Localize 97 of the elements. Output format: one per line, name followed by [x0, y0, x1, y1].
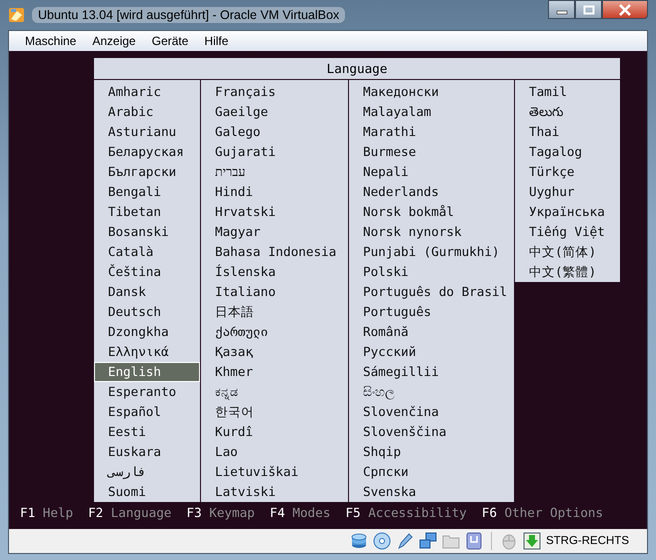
language-option[interactable]: עברית	[201, 162, 348, 182]
function-key-hint: F3 Keymap	[186, 505, 255, 520]
language-option[interactable]: Galego	[201, 122, 348, 142]
language-option[interactable]: ಕನ್ನಡ	[201, 382, 348, 402]
language-option[interactable]: Српски	[349, 462, 514, 482]
language-option[interactable]: Polski	[349, 262, 514, 282]
language-option[interactable]: Malayalam	[349, 102, 514, 122]
language-option[interactable]: Română	[349, 322, 514, 342]
close-button[interactable]	[602, 0, 648, 19]
host-key-label: STRG-RECHTS	[546, 535, 629, 547]
language-option[interactable]: 日本語	[201, 302, 348, 322]
language-option[interactable]: Dzongkha	[94, 322, 200, 342]
language-option[interactable]: 中文(繁體)	[515, 262, 620, 282]
close-icon	[618, 4, 632, 16]
menu-item[interactable]: Geräte	[144, 34, 196, 48]
language-option[interactable]: Norsk bokmål	[349, 202, 514, 222]
hard-disk-icon[interactable]	[350, 532, 368, 550]
language-option[interactable]: Català	[94, 242, 200, 262]
language-option[interactable]: Thai	[515, 122, 620, 142]
network-icon[interactable]	[418, 532, 437, 550]
language-option[interactable]: Русский	[349, 342, 514, 362]
language-option[interactable]: Bengali	[94, 182, 200, 202]
language-option[interactable]: Svenska	[349, 482, 514, 502]
menu-item[interactable]: Hilfe	[196, 34, 236, 48]
language-option[interactable]: Khmer	[201, 362, 348, 382]
maximize-icon	[582, 4, 594, 14]
language-option[interactable]: Ελληνικά	[94, 342, 200, 362]
language-option[interactable]: Tagalog	[515, 142, 620, 162]
function-key-hint: F4 Modes	[270, 505, 330, 520]
language-option[interactable]: ქართული	[201, 322, 348, 342]
language-option[interactable]: Italiano	[201, 282, 348, 302]
language-option[interactable]: English	[94, 362, 200, 382]
language-option[interactable]: Беларуская	[94, 142, 200, 162]
language-option[interactable]: Magyar	[201, 222, 348, 242]
language-option[interactable]: Arabic	[94, 102, 200, 122]
language-option[interactable]: Tibetan	[94, 202, 200, 222]
language-option[interactable]: Português	[349, 302, 514, 322]
minimize-button[interactable]	[548, 0, 575, 19]
function-key-hint: F2 Language	[88, 505, 172, 520]
language-option[interactable]: Tamil	[515, 82, 620, 102]
function-key-hint: F5 Accessibility	[345, 505, 467, 520]
function-key-hint: F6 Other Options	[482, 505, 604, 520]
language-option[interactable]: Slovenčina	[349, 402, 514, 422]
language-option[interactable]: Euskara	[94, 442, 200, 462]
language-option[interactable]: Lao	[201, 442, 348, 462]
language-option[interactable]: Latviski	[201, 482, 348, 502]
arrow-down-icon[interactable]	[522, 532, 541, 550]
language-option[interactable]: Português do Brasil	[349, 282, 514, 302]
language-option[interactable]: Asturianu	[94, 122, 200, 142]
function-key-hint: F1 Help	[20, 505, 74, 520]
language-option[interactable]: Shqip	[349, 442, 514, 462]
language-option[interactable]: සිංහල	[349, 382, 514, 402]
language-option[interactable]: Čeština	[94, 262, 200, 282]
language-option[interactable]: فارسی	[94, 462, 200, 482]
language-option[interactable]: Eesti	[94, 422, 200, 442]
pen-icon[interactable]	[396, 532, 414, 550]
language-option[interactable]: Қазақ	[201, 342, 348, 362]
language-option[interactable]: Hrvatski	[201, 202, 348, 222]
language-option[interactable]: 한국어	[201, 402, 348, 422]
language-option[interactable]: Deutsch	[94, 302, 200, 322]
language-option[interactable]: Bahasa Indonesia	[201, 242, 348, 262]
language-option[interactable]: Hindi	[201, 182, 348, 202]
language-option[interactable]: Українська	[515, 202, 620, 222]
language-option[interactable]: Suomi	[94, 482, 200, 502]
language-option[interactable]: Türkçe	[515, 162, 620, 182]
language-option[interactable]: Íslenska	[201, 262, 348, 282]
language-option[interactable]: Sámegillii	[349, 362, 514, 382]
language-option[interactable]: 中文(简体)	[515, 242, 620, 262]
language-option[interactable]: Gujarati	[201, 142, 348, 162]
language-option[interactable]: Français	[201, 82, 348, 102]
language-option[interactable]: Amharic	[94, 82, 200, 102]
language-option[interactable]: Kurdî	[201, 422, 348, 442]
language-option[interactable]: Tiếng Việt	[515, 222, 620, 242]
maximize-button[interactable]	[575, 0, 602, 19]
language-option[interactable]: Nepali	[349, 162, 514, 182]
menu-item[interactable]: Anzeige	[84, 34, 144, 48]
language-option[interactable]: Македонски	[349, 82, 514, 102]
language-option[interactable]: Uyghur	[515, 182, 620, 202]
language-option[interactable]: Norsk nynorsk	[349, 222, 514, 242]
language-option[interactable]: Marathi	[349, 122, 514, 142]
language-option[interactable]: Gaeilge	[201, 102, 348, 122]
language-option[interactable]: తెలుగు	[515, 102, 620, 122]
display-icon[interactable]	[464, 532, 483, 550]
language-option[interactable]: Burmese	[349, 142, 514, 162]
language-option[interactable]: Punjabi (Gurmukhi)	[349, 242, 514, 262]
language-option[interactable]: Slovenščina	[349, 422, 514, 442]
language-option[interactable]: Nederlands	[349, 182, 514, 202]
language-option[interactable]: Български	[94, 162, 200, 182]
language-option[interactable]: Esperanto	[94, 382, 200, 402]
disc-icon[interactable]	[372, 532, 391, 550]
app-icon	[8, 6, 26, 24]
language-option[interactable]: Español	[94, 402, 200, 422]
language-option[interactable]: Dansk	[94, 282, 200, 302]
window-title: Ubuntu 13.04 [wird ausgeführt] - Oracle VM VirtualBox	[32, 7, 346, 23]
language-option[interactable]: Bosanski	[94, 222, 200, 242]
language-option[interactable]: Lietuviškai	[201, 462, 348, 482]
menu-item[interactable]: Maschine	[17, 34, 84, 48]
